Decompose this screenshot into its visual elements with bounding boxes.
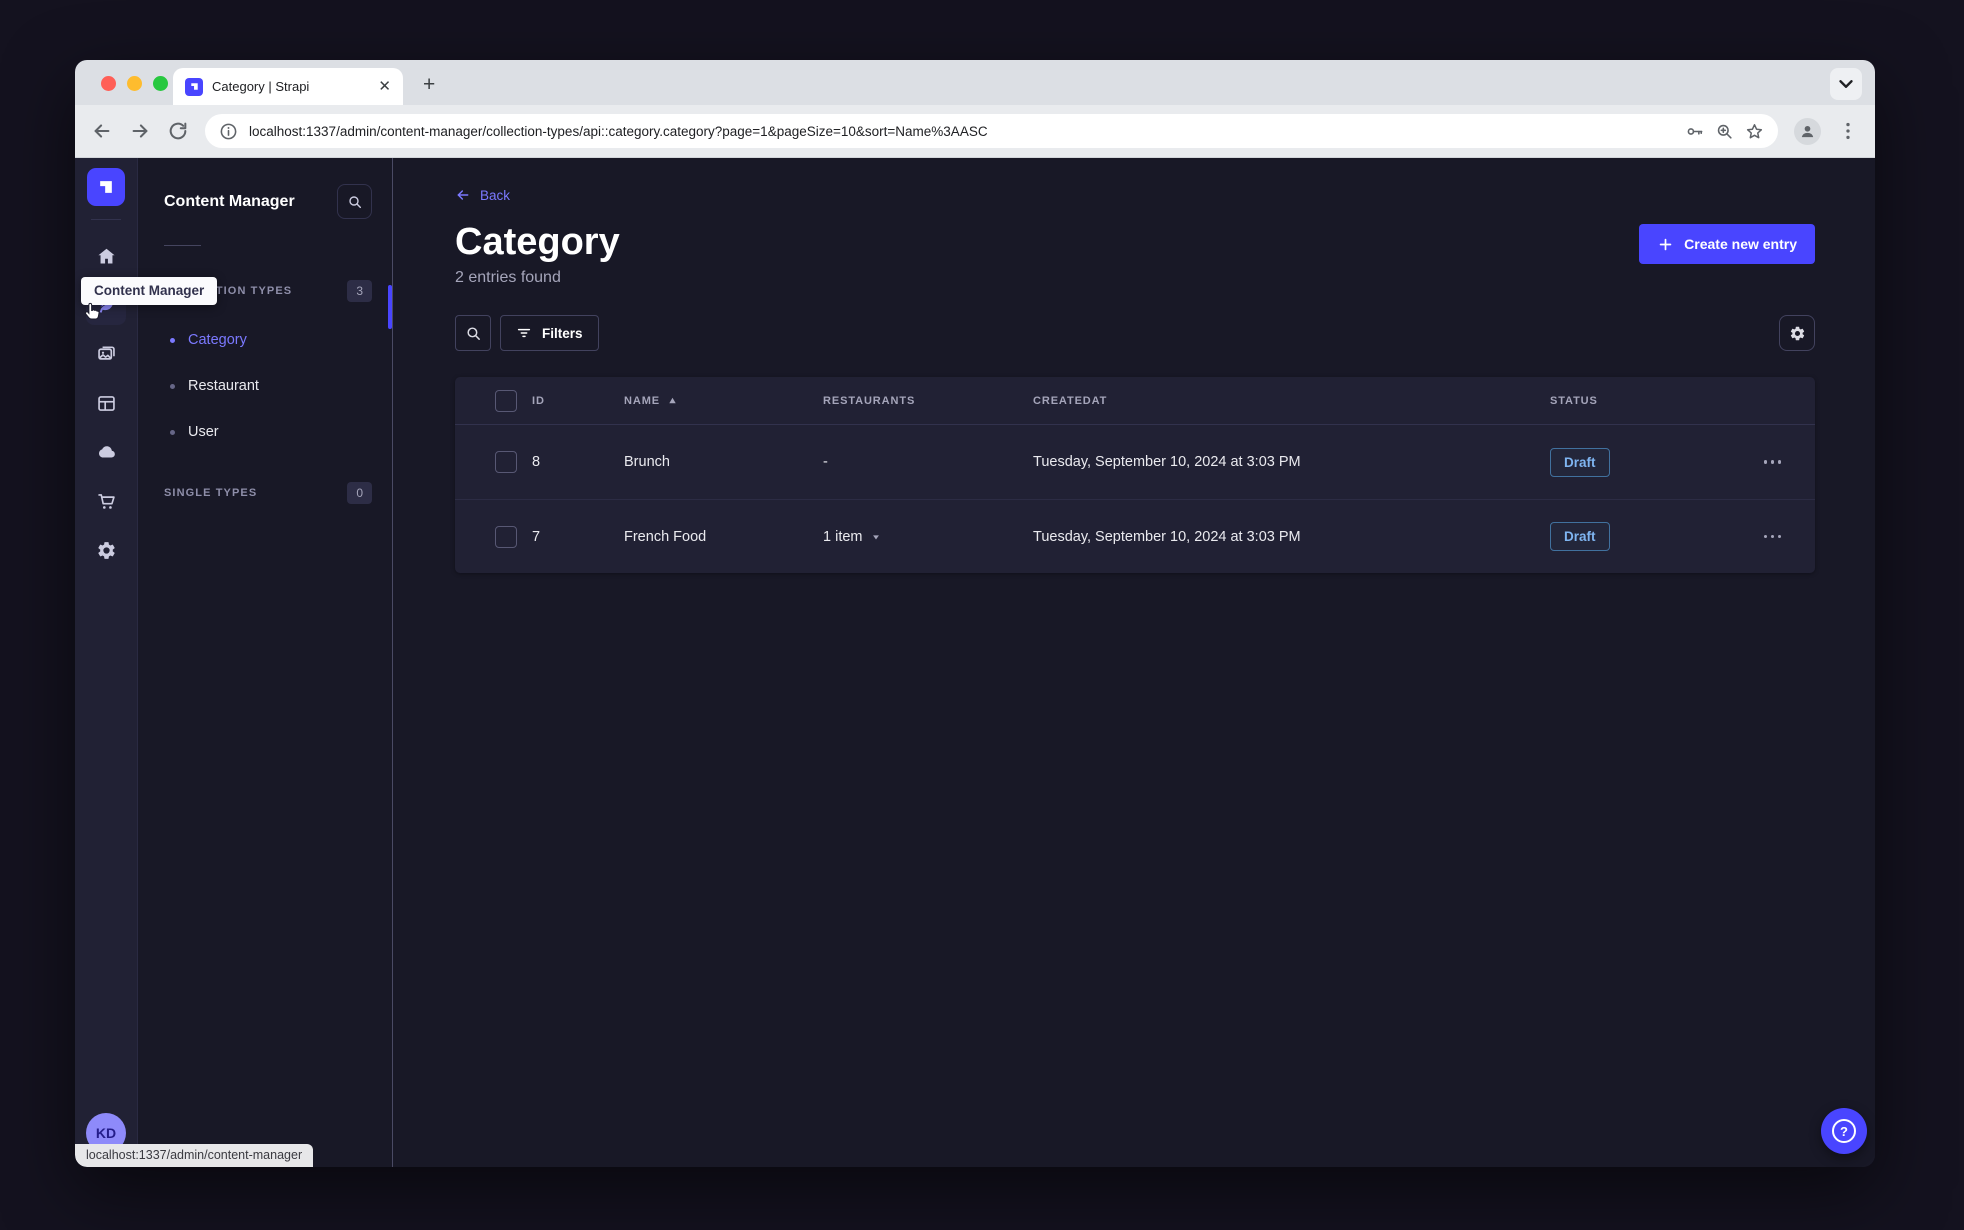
main-nav-rail: KD bbox=[75, 158, 138, 1167]
row-actions-button[interactable] bbox=[1763, 534, 1782, 539]
back-nav-icon[interactable] bbox=[91, 120, 113, 142]
nav-content-type-builder-icon[interactable] bbox=[86, 383, 126, 423]
column-header-name[interactable]: NAME bbox=[624, 395, 823, 407]
select-all-checkbox[interactable] bbox=[495, 389, 517, 412]
sidebar-item-restaurant[interactable]: Restaurant bbox=[164, 378, 392, 394]
column-header-status[interactable]: STATUS bbox=[1550, 395, 1730, 407]
rail-divider bbox=[91, 219, 121, 220]
bookmark-star-icon[interactable] bbox=[1745, 122, 1764, 141]
sort-ascending-icon bbox=[669, 397, 676, 404]
cell-name: Brunch bbox=[624, 454, 670, 470]
zoom-search-icon[interactable] bbox=[1715, 122, 1734, 141]
strapi-favicon-icon bbox=[185, 77, 203, 96]
content-manager-subnav: Content Manager COLLECTION TYPES 3 Categ… bbox=[138, 158, 393, 1167]
status-badge: Draft bbox=[1550, 522, 1610, 551]
bullet-icon bbox=[170, 337, 175, 343]
main-content: Back Category Create new entry 2 entries… bbox=[393, 158, 1875, 1167]
entries-count-text: 2 entries found bbox=[455, 269, 561, 286]
close-window-button[interactable] bbox=[101, 76, 116, 91]
collection-types-count-badge: 3 bbox=[347, 280, 372, 302]
back-link[interactable]: Back bbox=[455, 187, 510, 203]
help-button[interactable]: ? bbox=[1821, 1108, 1867, 1154]
create-new-entry-button[interactable]: Create new entry bbox=[1639, 224, 1815, 264]
filters-row: Filters bbox=[455, 315, 1815, 351]
reload-icon[interactable] bbox=[167, 120, 189, 142]
question-mark-icon: ? bbox=[1832, 1119, 1856, 1143]
cell-restaurants[interactable]: 1 item bbox=[823, 529, 1033, 545]
bullet-icon bbox=[170, 383, 175, 389]
maximize-window-button[interactable] bbox=[153, 76, 168, 91]
browser-tab[interactable]: Category | Strapi ✕ bbox=[173, 68, 403, 105]
page-info-icon[interactable] bbox=[219, 122, 238, 141]
column-header-id[interactable]: ID bbox=[532, 395, 624, 407]
column-header-restaurants[interactable]: RESTAURANTS bbox=[823, 395, 1033, 407]
filter-icon bbox=[517, 328, 531, 338]
bullet-icon bbox=[170, 429, 175, 435]
browser-profile-icon[interactable] bbox=[1794, 117, 1821, 145]
row-actions-button[interactable] bbox=[1763, 460, 1782, 464]
nav-marketplace-icon[interactable] bbox=[86, 481, 126, 521]
row-checkbox[interactable] bbox=[495, 525, 517, 548]
tab-title: Category | Strapi bbox=[212, 79, 310, 94]
forward-nav-icon[interactable] bbox=[129, 120, 151, 142]
sidebar-item-category[interactable]: Category bbox=[164, 332, 392, 348]
link-preview-statusbar: localhost:1337/admin/content-manager bbox=[75, 1144, 314, 1167]
cell-id: 8 bbox=[532, 454, 541, 470]
new-tab-button[interactable]: + bbox=[423, 73, 435, 97]
cell-restaurants: - bbox=[823, 454, 828, 470]
single-types-label: SINGLE TYPES bbox=[164, 487, 258, 499]
nav-settings-icon[interactable] bbox=[86, 530, 126, 570]
tab-search-chevron-icon[interactable] bbox=[1830, 68, 1862, 100]
subnav-divider bbox=[164, 245, 201, 246]
single-types-count-badge: 0 bbox=[347, 482, 372, 504]
strapi-app: KD Content Manager COLLECTION TYPES 3 Ca… bbox=[75, 158, 1875, 1167]
subnav-scroll-indicator[interactable] bbox=[388, 285, 392, 329]
url-bar[interactable]: localhost:1337/admin/content-manager/col… bbox=[205, 114, 1778, 148]
chevron-down-icon bbox=[872, 534, 879, 539]
url-text[interactable]: localhost:1337/admin/content-manager/col… bbox=[249, 124, 1674, 139]
subnav-title: Content Manager bbox=[164, 192, 295, 210]
table-header-row: ID NAME RESTAURANTS CREATEDAT STATUS bbox=[455, 377, 1815, 425]
back-arrow-icon bbox=[457, 190, 469, 200]
strapi-logo[interactable] bbox=[87, 168, 125, 206]
minimize-window-button[interactable] bbox=[127, 76, 142, 91]
tab-close-icon[interactable]: ✕ bbox=[378, 79, 391, 94]
hand-cursor-icon bbox=[82, 301, 104, 328]
plus-icon bbox=[1659, 238, 1672, 250]
table-settings-button[interactable] bbox=[1779, 315, 1815, 351]
nav-home-icon[interactable] bbox=[86, 236, 126, 276]
window-controls bbox=[101, 76, 168, 91]
browser-menu-kebab-icon[interactable] bbox=[1837, 120, 1859, 142]
table-row[interactable]: 7 French Food 1 item Tuesday, September … bbox=[455, 499, 1815, 573]
browser-window: Category | Strapi ✕ + localhost:1337/adm… bbox=[75, 60, 1875, 1167]
column-header-createdat[interactable]: CREATEDAT bbox=[1033, 395, 1550, 407]
row-checkbox[interactable] bbox=[495, 451, 517, 473]
cell-createdat: Tuesday, September 10, 2024 at 3:03 PM bbox=[1033, 528, 1301, 545]
filters-button[interactable]: Filters bbox=[500, 315, 599, 351]
page-title: Category bbox=[455, 221, 620, 263]
cell-id: 7 bbox=[532, 528, 541, 545]
browser-toolbar: localhost:1337/admin/content-manager/col… bbox=[75, 105, 1875, 158]
table-search-button[interactable] bbox=[455, 315, 491, 351]
entries-table: ID NAME RESTAURANTS CREATEDAT STATUS 8 B… bbox=[455, 377, 1815, 573]
cell-name: French Food bbox=[624, 528, 707, 545]
nav-media-library-icon[interactable] bbox=[86, 334, 126, 374]
sidebar-item-user[interactable]: User bbox=[164, 424, 392, 440]
table-row[interactable]: 8 Brunch - Tuesday, September 10, 2024 a… bbox=[455, 425, 1815, 499]
status-badge: Draft bbox=[1550, 447, 1610, 477]
subnav-search-button[interactable] bbox=[337, 184, 372, 219]
nav-cloud-icon[interactable] bbox=[86, 432, 126, 472]
password-key-icon[interactable] bbox=[1685, 122, 1704, 141]
tab-strip: Category | Strapi ✕ + bbox=[75, 60, 1875, 105]
cell-createdat: Tuesday, September 10, 2024 at 3:03 PM bbox=[1033, 454, 1301, 470]
